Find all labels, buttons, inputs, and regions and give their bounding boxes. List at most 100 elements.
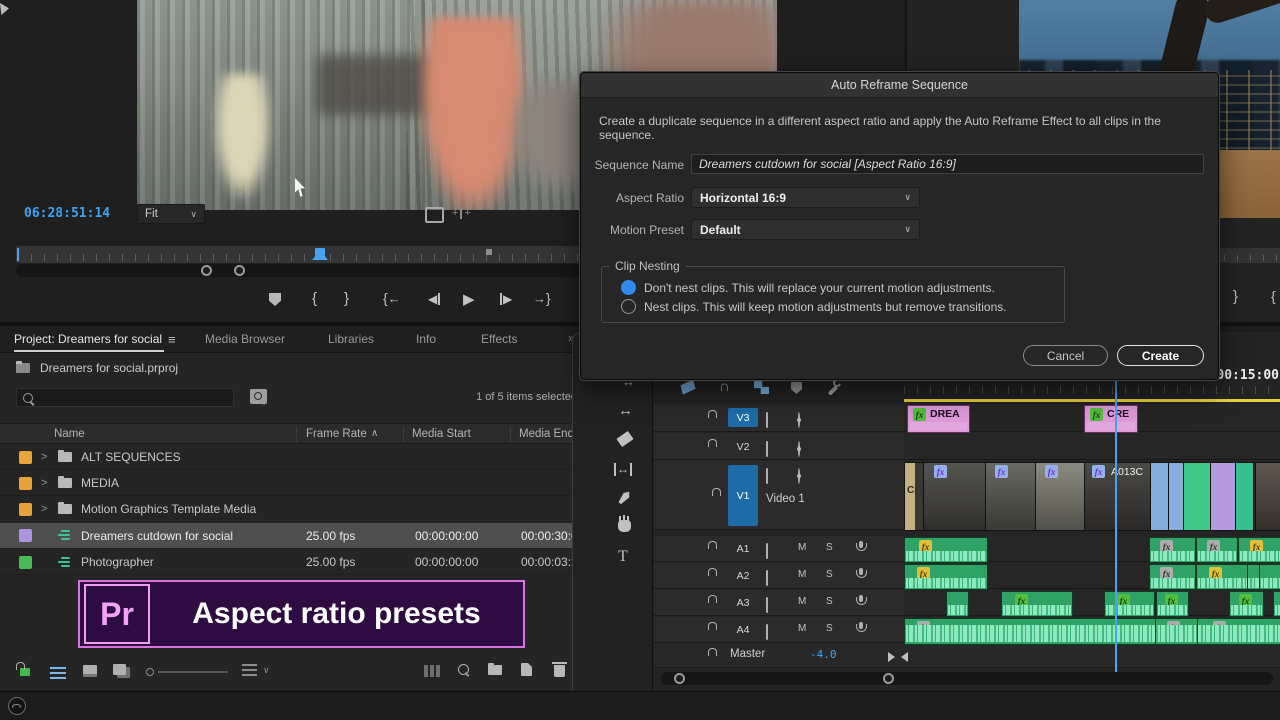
- table-row-mogrt-media[interactable]: > Motion Graphics Template Media: [0, 497, 583, 522]
- scroll-handle-left[interactable]: [674, 673, 685, 684]
- sync-lock-icon[interactable]: [766, 597, 768, 613]
- column-name[interactable]: Name: [54, 428, 85, 440]
- column-divider[interactable]: [510, 426, 511, 442]
- clip-v1-thumb3[interactable]: fx: [985, 462, 1036, 531]
- search-bin-icon[interactable]: [250, 389, 267, 404]
- clip-a2-1[interactable]: fx: [904, 564, 988, 590]
- fx-badge[interactable]: fx: [1045, 465, 1058, 478]
- table-row-photographer[interactable]: Photographer 25.00 fps 00:00:00:00 00:00…: [0, 550, 583, 575]
- clip-a3-6[interactable]: [1273, 591, 1280, 617]
- sort-options[interactable]: ∨: [242, 664, 270, 676]
- track-target-v2[interactable]: V2: [728, 437, 758, 456]
- clip-a1-2[interactable]: fx: [1149, 537, 1196, 563]
- track-target-v3[interactable]: V3: [728, 408, 758, 427]
- mute-button[interactable]: M: [798, 596, 806, 607]
- source-goto-in-icon[interactable]: {: [1271, 288, 1276, 304]
- master-track-label[interactable]: Master: [730, 648, 765, 660]
- work-area-bar[interactable]: [904, 399, 1280, 402]
- find-icon[interactable]: [458, 664, 469, 675]
- fx-badge[interactable]: fx: [1092, 465, 1105, 478]
- master-level-value[interactable]: -4.0: [810, 648, 837, 661]
- solo-button[interactable]: S: [826, 596, 833, 607]
- create-button[interactable]: Create: [1117, 345, 1204, 366]
- tab-project[interactable]: Project: Dreamers for social ≡: [14, 326, 176, 352]
- play-button-icon[interactable]: ▶: [463, 290, 475, 308]
- radio-dont-nest[interactable]: Don't nest clips. This will replace your…: [621, 280, 995, 295]
- track-target-a4[interactable]: A4: [728, 620, 758, 639]
- dialog-title-bar[interactable]: Auto Reframe Sequence: [581, 73, 1218, 98]
- insert-as-nest-icon[interactable]: [680, 379, 697, 394]
- sync-lock-icon[interactable]: [766, 468, 768, 484]
- track-name-video1[interactable]: Video 1: [766, 493, 805, 505]
- panel-menu-icon[interactable]: ≡: [168, 332, 176, 347]
- new-bin-icon[interactable]: [488, 665, 502, 675]
- tab-libraries[interactable]: Libraries: [328, 326, 374, 352]
- solo-button[interactable]: S: [826, 623, 833, 634]
- expand-icon[interactable]: >: [41, 477, 47, 489]
- motion-preset-select[interactable]: Default ∨: [691, 219, 920, 240]
- freeform-view-icon[interactable]: [113, 664, 126, 675]
- clear-trash-icon[interactable]: [554, 662, 565, 677]
- fx-badge[interactable]: fx: [934, 465, 947, 478]
- ruler-marker[interactable]: [486, 249, 492, 255]
- add-marker-icon[interactable]: [269, 293, 281, 306]
- sync-lock-icon[interactable]: [766, 570, 768, 586]
- zoom-slider[interactable]: [146, 668, 230, 676]
- label-color-chip[interactable]: [19, 451, 32, 464]
- sync-lock-icon[interactable]: [766, 412, 768, 428]
- track-target-a2[interactable]: A2: [728, 566, 758, 585]
- sort-ascending-icon[interactable]: ∧: [371, 428, 378, 439]
- fx-badge[interactable]: fx: [995, 465, 1008, 478]
- clip-v1-cr[interactable]: Cr: [904, 462, 924, 531]
- mark-out-icon[interactable]: }: [344, 290, 349, 307]
- label-color-chip[interactable]: [19, 529, 32, 542]
- slip-tool-icon[interactable]: ↔: [614, 462, 632, 476]
- mute-button[interactable]: M: [798, 569, 806, 580]
- timeline-settings-wrench-icon[interactable]: [825, 380, 840, 395]
- sync-lock-icon[interactable]: [766, 624, 768, 640]
- table-row-alt-sequences[interactable]: > ALT SEQUENCES: [0, 445, 583, 470]
- clip-a1-1[interactable]: fx: [904, 537, 988, 563]
- step-forward-icon[interactable]: ▶: [500, 292, 512, 306]
- track-target-a3[interactable]: A3: [728, 593, 758, 612]
- label-color-chip[interactable]: [19, 503, 32, 516]
- mark-in-icon[interactable]: {: [312, 290, 317, 307]
- type-tool-icon[interactable]: T: [618, 548, 628, 566]
- goto-out-icon[interactable]: →}: [533, 290, 551, 306]
- sequence-name-field[interactable]: Dreamers cutdown for social [Aspect Rati…: [691, 154, 1204, 174]
- radio-selected-icon[interactable]: [621, 280, 636, 295]
- step-back-icon[interactable]: ◀: [428, 292, 440, 306]
- creative-cloud-icon[interactable]: [8, 697, 26, 715]
- clip-a1-4[interactable]: fx: [1238, 537, 1280, 563]
- expand-icon[interactable]: >: [41, 451, 47, 463]
- program-timecode[interactable]: 06:28:51:14: [24, 206, 110, 221]
- clip-v3-dreamers[interactable]: fx DREA: [907, 405, 970, 433]
- tab-media-browser[interactable]: Media Browser: [205, 326, 285, 352]
- linked-selection-icon[interactable]: [754, 381, 769, 394]
- clip-a1-3[interactable]: fx: [1196, 537, 1238, 563]
- column-media-end[interactable]: Media End: [519, 428, 574, 440]
- zoom-level-select[interactable]: Fit ∨: [137, 204, 205, 224]
- project-readout-icon[interactable]: [424, 665, 441, 677]
- expand-icon[interactable]: >: [41, 503, 47, 515]
- radio-nest[interactable]: Nest clips. This will keep motion adjust…: [621, 299, 1007, 314]
- toggle-track-output-icon[interactable]: [798, 468, 800, 484]
- clip-a3-5[interactable]: fx: [1229, 591, 1264, 617]
- mute-button[interactable]: M: [798, 623, 806, 634]
- solo-button[interactable]: S: [826, 569, 833, 580]
- sync-lock-icon[interactable]: [766, 441, 768, 457]
- clip-a3-1[interactable]: [946, 591, 969, 617]
- track-target-a1[interactable]: A1: [728, 539, 758, 558]
- project-breadcrumb[interactable]: Dreamers for social.prproj: [16, 361, 178, 375]
- scroll-handle-left[interactable]: [201, 265, 212, 276]
- timeline-playhead[interactable]: [1109, 366, 1123, 672]
- clip-a4-long[interactable]: fx fx fx: [904, 618, 1280, 645]
- track-target-v1[interactable]: V1: [728, 465, 758, 526]
- toggle-track-output-icon[interactable]: [798, 441, 800, 457]
- clip-v1-teal[interactable]: [1235, 462, 1254, 531]
- razor-tool-icon[interactable]: [616, 431, 633, 447]
- export-frame-icon[interactable]: [425, 207, 444, 223]
- icon-view-icon[interactable]: [83, 665, 97, 677]
- table-row-dreamers-cutdown[interactable]: Dreamers cutdown for social 25.00 fps 00…: [0, 523, 583, 549]
- clip-v1-thumb4[interactable]: fx: [1035, 462, 1085, 531]
